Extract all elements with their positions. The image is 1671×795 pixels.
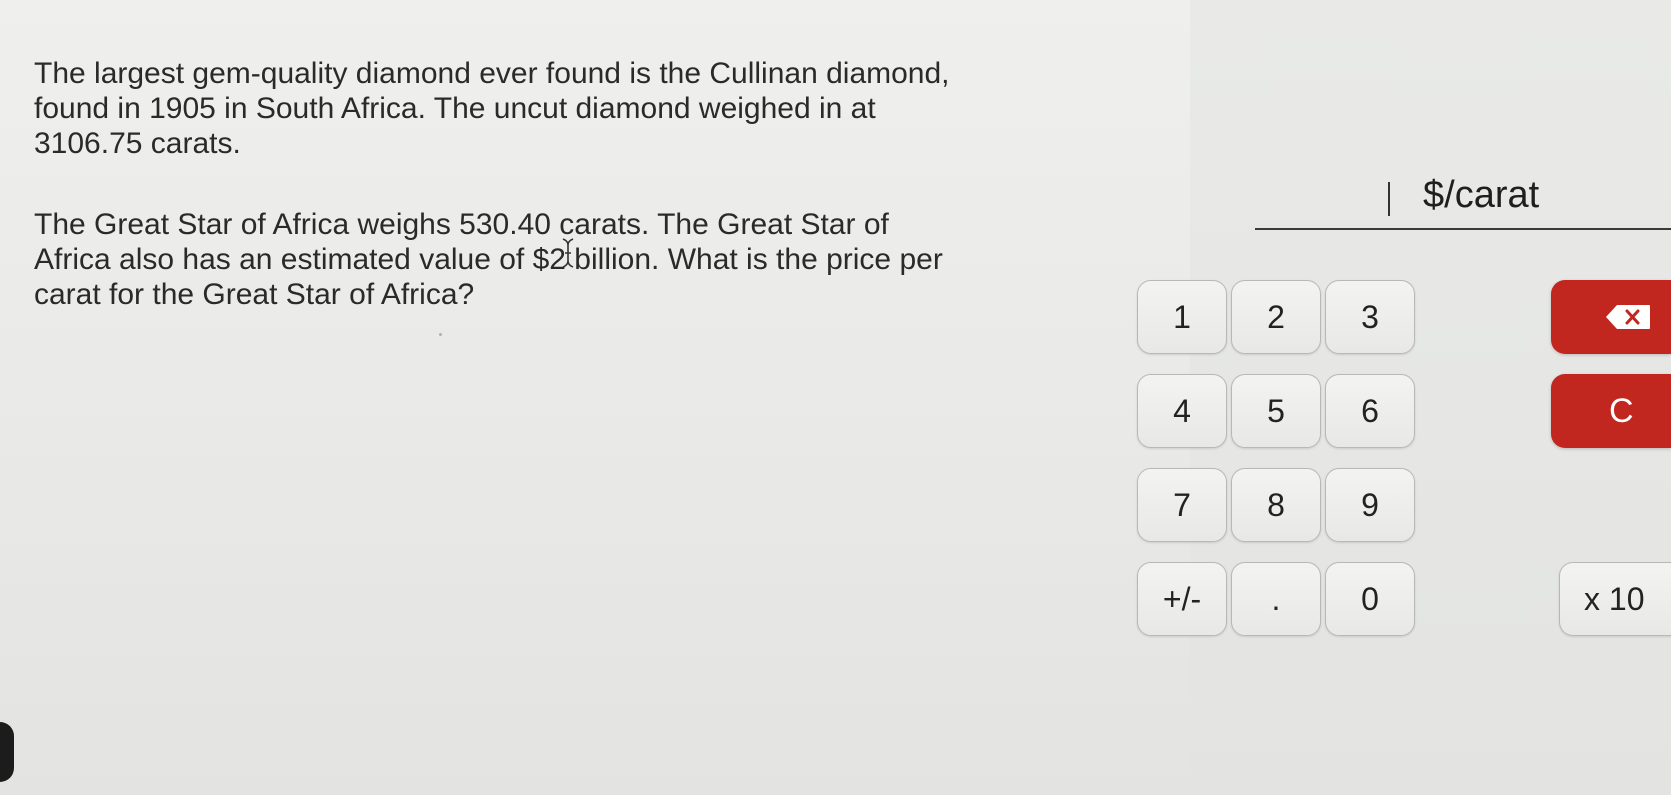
answer-input[interactable]: $/carat [1255,170,1671,230]
key-0[interactable]: 0 [1325,562,1415,636]
sign-toggle-button[interactable]: +/- [1137,562,1227,636]
question-paragraph-1: The largest gem-quality diamond ever fou… [34,57,950,160]
key-6[interactable]: 6 [1325,374,1415,448]
answer-unit-label: $/carat [1423,174,1540,216]
text-cursor-icon [561,236,575,270]
backspace-icon [1606,305,1650,329]
key-9[interactable]: 9 [1325,468,1415,542]
edge-shape [0,722,14,782]
key-3[interactable]: 3 [1325,280,1415,354]
backspace-button[interactable] [1551,280,1671,354]
key-8[interactable]: 8 [1231,468,1321,542]
exponent-button[interactable]: x 10 [1559,562,1671,636]
question-pane: The largest gem-quality diamond ever fou… [0,0,1190,795]
key-7[interactable]: 7 [1137,468,1227,542]
stray-dot [439,333,442,336]
key-2[interactable]: 2 [1231,280,1321,354]
decimal-button[interactable]: . [1231,562,1321,636]
text-caret [1388,182,1390,216]
key-1[interactable]: 1 [1137,280,1227,354]
key-5[interactable]: 5 [1231,374,1321,448]
key-4[interactable]: 4 [1137,374,1227,448]
question-paragraph-2: The Great Star of Africa weighs 530.40 c… [34,208,943,311]
clear-button[interactable]: C [1551,374,1671,448]
